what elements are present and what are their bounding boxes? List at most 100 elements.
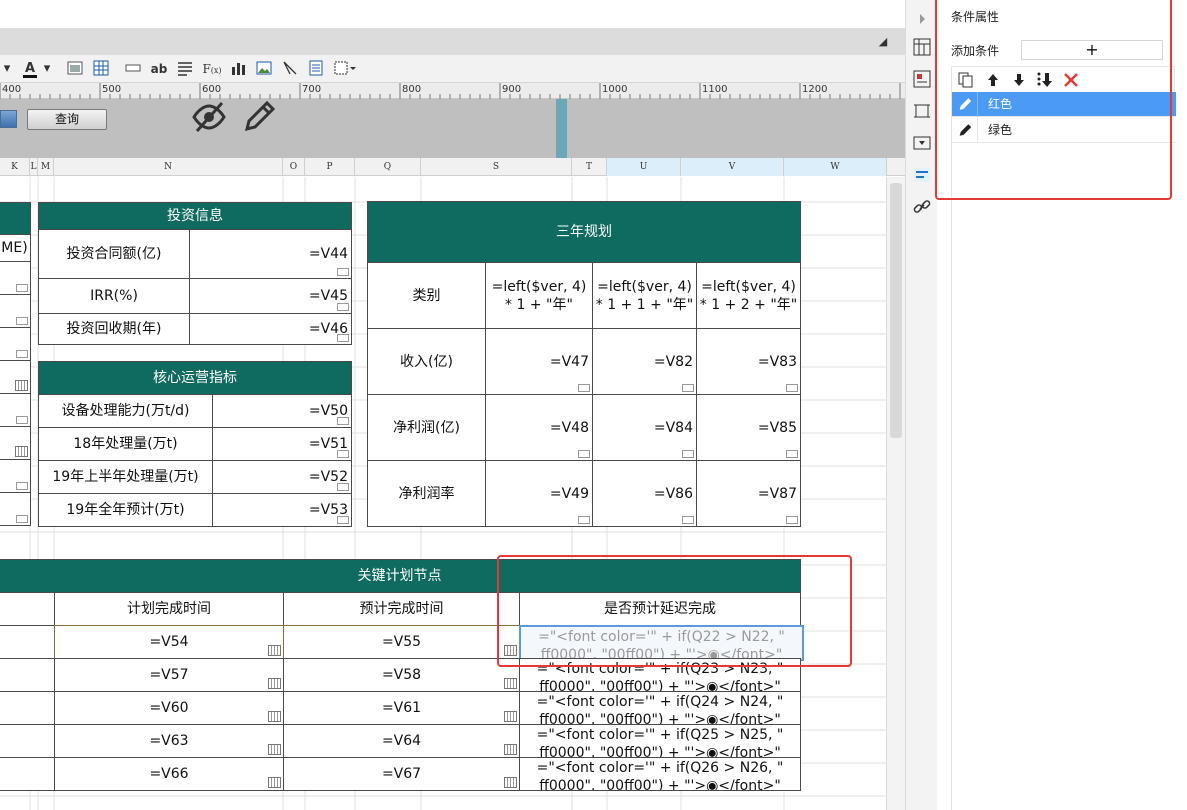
milestone-planned-cell[interactable]: =V63 — [54, 724, 284, 758]
column-header-k[interactable]: K — [0, 158, 30, 176]
font-color-icon[interactable]: A — [20, 60, 40, 78]
left-block-cell[interactable] — [0, 492, 31, 526]
diagonal-line-icon[interactable] — [281, 60, 299, 78]
subreport-icon[interactable] — [307, 60, 325, 78]
cell-properties-icon[interactable] — [913, 38, 931, 56]
milestone-col-header[interactable]: 预计完成时间 — [283, 592, 520, 626]
plan-row-label[interactable]: 收入(亿) — [367, 328, 486, 395]
dropdown-arrow-icon[interactable]: ▾ — [2, 60, 12, 78]
column-header-t[interactable]: T — [572, 158, 607, 176]
operations-label[interactable]: 18年处理量(万t) — [38, 427, 213, 461]
align-icon[interactable] — [176, 60, 194, 78]
element-icon[interactable] — [913, 70, 931, 88]
plan-category-label[interactable]: 类别 — [367, 262, 486, 329]
milestone-planned-cell[interactable]: =V66 — [54, 757, 284, 791]
left-block-cell[interactable] — [0, 327, 31, 361]
milestone-index-cell[interactable] — [0, 625, 55, 659]
plan-value[interactable]: =V83 — [696, 328, 801, 395]
chart-icon[interactable] — [229, 60, 247, 78]
milestone-index-cell[interactable] — [0, 757, 55, 791]
border-style-icon[interactable] — [333, 60, 357, 78]
left-block-cell[interactable] — [0, 426, 31, 460]
fill-icon[interactable] — [66, 60, 84, 78]
operations-label[interactable]: 19年全年预计(万t) — [38, 493, 213, 527]
collapse-toolbar-icon[interactable]: ◢ — [876, 35, 890, 49]
hide-eye-icon[interactable] — [191, 99, 227, 135]
milestone-index-cell[interactable] — [0, 592, 55, 626]
operations-value[interactable]: =V52 — [212, 460, 352, 494]
parameter-dropdown[interactable] — [0, 110, 17, 128]
operations-label[interactable]: 设备处理能力(万t/d) — [38, 394, 213, 428]
milestone-expected-cell[interactable]: =V61 — [283, 691, 520, 725]
milestone-delay-cell[interactable]: ="<font color='" + if(Q24 > N24, " ff000… — [519, 691, 801, 725]
edit-pencil-icon[interactable] — [241, 99, 277, 135]
column-header-w[interactable]: W — [784, 158, 887, 176]
column-header-p[interactable]: P — [305, 158, 355, 176]
left-block-cell[interactable]: ME) — [0, 234, 31, 262]
query-button[interactable]: 查询 — [27, 109, 107, 130]
column-header-u[interactable]: U — [607, 158, 681, 176]
scrollbar-thumb[interactable] — [890, 183, 902, 438]
milestone-planned-cell[interactable]: =V60 — [54, 691, 284, 725]
column-header-l[interactable]: L — [30, 158, 38, 176]
milestone-planned-cell[interactable]: =V54 — [54, 625, 284, 659]
milestone-col-header[interactable]: 计划完成时间 — [54, 592, 284, 626]
plan-header[interactable]: 三年规划 — [367, 201, 801, 263]
left-block-cell[interactable] — [0, 459, 31, 493]
operations-value[interactable]: =V51 — [212, 427, 352, 461]
column-header-n[interactable]: N — [54, 158, 283, 176]
left-block-cell[interactable] — [0, 360, 31, 394]
plan-year-header[interactable]: =left($ver, 4) * 1 + 2 + "年" — [696, 262, 801, 329]
milestone-expected-cell[interactable]: =V58 — [283, 658, 520, 692]
milestone-expected-cell[interactable]: =V64 — [283, 724, 520, 758]
column-header-o[interactable]: O — [283, 158, 305, 176]
plan-year-header[interactable]: =left($ver, 4) * 1 + 1 + "年" — [592, 262, 697, 329]
dropdown-arrow-icon[interactable]: ▾ — [42, 60, 52, 78]
milestone-index-cell[interactable] — [0, 691, 55, 725]
milestone-delay-cell[interactable]: ="<font color='" + if(Q25 > N25, " ff000… — [519, 724, 801, 758]
widget-icon[interactable] — [913, 102, 931, 120]
operations-value[interactable]: =V53 — [212, 493, 352, 527]
operations-label[interactable]: 19年上半年处理量(万t) — [38, 460, 213, 494]
plan-value[interactable]: =V84 — [592, 394, 697, 461]
left-block-cell[interactable] — [0, 294, 31, 328]
investment-value[interactable]: =V45 — [189, 278, 352, 314]
formula-icon[interactable]: F(x) — [202, 60, 222, 78]
plan-value[interactable]: =V87 — [696, 460, 801, 527]
condition-attribute-icon[interactable] — [913, 166, 931, 184]
milestone-index-cell[interactable] — [0, 724, 55, 758]
parameter-boundary-marker[interactable] — [556, 99, 567, 158]
vertical-scrollbar[interactable] — [886, 177, 905, 810]
image-icon[interactable] — [255, 60, 273, 78]
left-block-cell[interactable] — [0, 261, 31, 295]
dropdown-box-icon[interactable] — [913, 134, 931, 152]
investment-header[interactable]: 投资信息 — [38, 202, 352, 230]
plan-value[interactable]: =V85 — [696, 394, 801, 461]
investment-label[interactable]: 投资合同额(亿) — [38, 229, 190, 279]
plan-value[interactable]: =V86 — [592, 460, 697, 527]
operations-value[interactable]: =V50 — [212, 394, 352, 428]
border-grid-icon[interactable] — [92, 60, 110, 78]
milestone-expected-cell[interactable]: =V67 — [283, 757, 520, 791]
expand-arrow-icon[interactable] — [913, 10, 931, 28]
column-header-m[interactable]: M — [38, 158, 54, 176]
milestone-planned-cell[interactable]: =V57 — [54, 658, 284, 692]
plan-row-label[interactable]: 净利润(亿) — [367, 394, 486, 461]
milestone-delay-cell[interactable]: ="<font color='" + if(Q26 > N26, " ff000… — [519, 757, 801, 791]
milestone-expected-cell[interactable]: =V55 — [283, 625, 520, 659]
investment-label[interactable]: 投资回收期(年) — [38, 313, 190, 345]
left-block-header[interactable] — [0, 202, 31, 235]
plan-value[interactable]: =V82 — [592, 328, 697, 395]
plan-year-header[interactable]: =left($ver, 4) * 1 + "年" — [485, 262, 593, 329]
investment-value[interactable]: =V46 — [189, 313, 352, 345]
operations-header[interactable]: 核心运营指标 — [38, 361, 352, 395]
milestone-index-cell[interactable] — [0, 658, 55, 692]
text-field-icon[interactable] — [124, 60, 142, 78]
investment-value[interactable]: =V44 — [189, 229, 352, 279]
plan-value[interactable]: =V49 — [485, 460, 593, 527]
text-icon[interactable]: ab — [150, 60, 168, 78]
column-header-s[interactable]: S — [421, 158, 572, 176]
column-header-q[interactable]: Q — [355, 158, 421, 176]
investment-label[interactable]: IRR(%) — [38, 278, 190, 314]
column-header-aa[interactable]: AA — [887, 158, 905, 176]
